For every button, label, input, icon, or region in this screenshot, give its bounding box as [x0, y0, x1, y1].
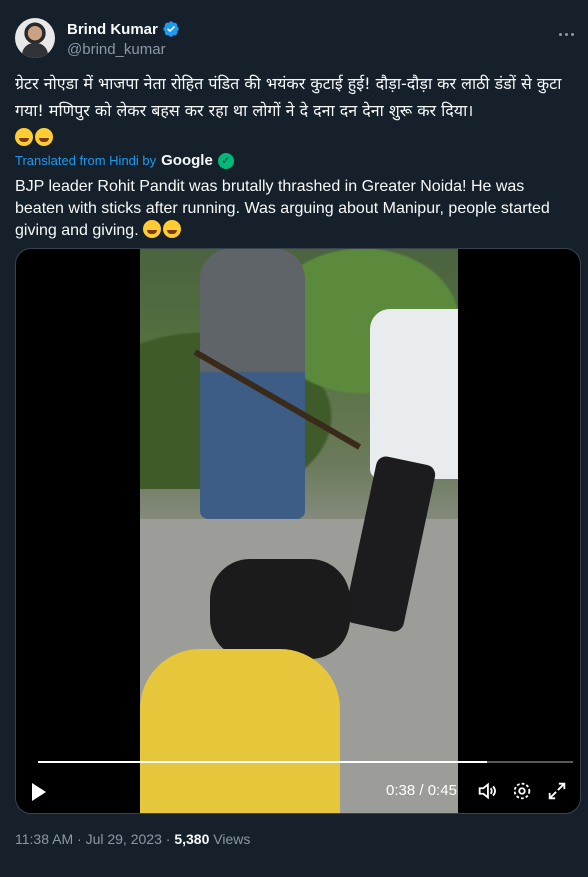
tweet-translation-text: BJP leader Rohit Pandit was brutally thr…: [15, 178, 550, 239]
play-icon[interactable]: [32, 783, 46, 801]
author-handle[interactable]: @brind_kumar: [67, 41, 166, 58]
tweet-text-hindi: ग्रेटर नोएडा में भाजपा नेता रोहित पंडित …: [15, 74, 562, 120]
translation-attribution: Translated from Hindi by Google ✓: [15, 152, 234, 169]
tweet-text: ग्रेटर नोएडा में भाजपा नेता रोहित पंडित …: [15, 70, 575, 151]
verified-badge-icon: [163, 21, 179, 37]
laughing-tears-emoji-icon: [163, 220, 182, 238]
avatar[interactable]: [15, 18, 55, 58]
author-name[interactable]: Brind Kumar: [67, 20, 180, 38]
check-circle-icon: ✓: [217, 152, 234, 169]
video-time: 0:38 / 0:45: [386, 782, 457, 799]
video-player[interactable]: 0:38 / 0:45: [15, 248, 581, 814]
google-logo: Google: [161, 152, 213, 169]
tweet-translation: BJP leader Rohit Pandit was brutally thr…: [15, 176, 575, 242]
tweet-date[interactable]: Jul 29, 2023: [86, 831, 162, 847]
settings-gear-icon[interactable]: [511, 780, 533, 802]
meta-separator: ·: [161, 831, 175, 847]
tweet-meta: 11:38 AM · Jul 29, 2023 · 5,380 Views: [15, 831, 250, 847]
video-progress-fill: [38, 761, 488, 763]
video-frame[interactable]: [140, 249, 458, 813]
video-current-time: 0:38: [386, 782, 416, 799]
video-controls: 0:38 / 0:45: [16, 774, 580, 810]
tweet-time[interactable]: 11:38 AM: [15, 831, 73, 847]
winking-tongue-emoji-icon: [143, 220, 162, 238]
laughing-tears-emoji-icon: [35, 128, 53, 146]
volume-icon[interactable]: [476, 780, 498, 802]
winking-tongue-emoji-icon: [15, 128, 33, 146]
views-label: Views: [213, 831, 251, 847]
translated-from-label: Translated from Hindi by: [15, 153, 157, 168]
fullscreen-icon[interactable]: [546, 780, 568, 802]
meta-separator: ·: [73, 831, 86, 847]
views-count: 5,380: [174, 831, 210, 847]
more-options-icon[interactable]: [556, 24, 576, 44]
video-progress-bar[interactable]: [38, 761, 573, 763]
video-duration: 0:45: [427, 782, 457, 799]
author-name-text: Brind Kumar: [67, 20, 158, 38]
